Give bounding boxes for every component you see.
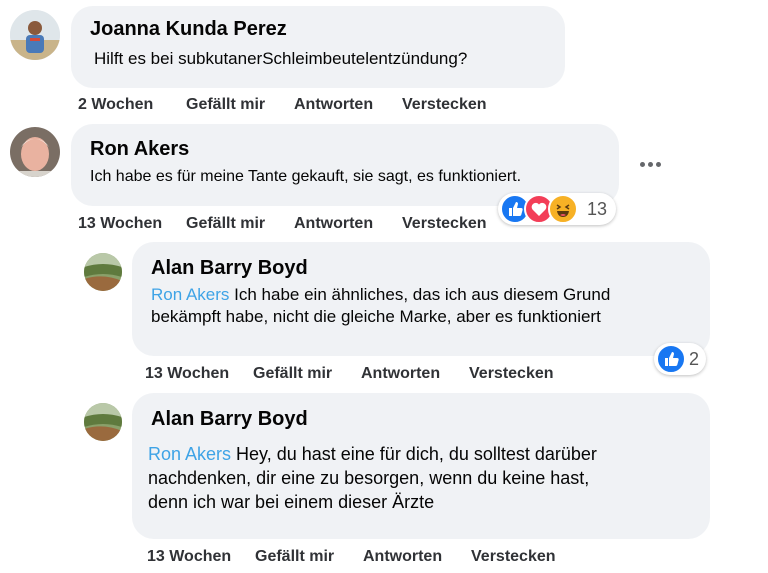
avatar[interactable] bbox=[10, 127, 60, 177]
avatar[interactable] bbox=[10, 10, 60, 60]
reply-button[interactable]: Antworten bbox=[361, 365, 440, 383]
comment-text: Ich habe es für meine Tante gekauft, sie… bbox=[90, 168, 522, 185]
avatar[interactable] bbox=[84, 253, 122, 291]
comment-text: Hilft es bei subkutanerSchleimbeutelentz… bbox=[94, 49, 468, 68]
avatar-photo bbox=[84, 253, 122, 291]
hide-button[interactable]: Verstecken bbox=[469, 365, 554, 383]
like-button[interactable]: Gefällt mir bbox=[186, 96, 265, 114]
avatar[interactable] bbox=[84, 403, 122, 441]
timestamp-link[interactable]: 13 Wochen bbox=[145, 365, 229, 383]
user-mention[interactable]: Ron Akers bbox=[148, 444, 231, 464]
like-button[interactable]: Gefällt mir bbox=[186, 215, 265, 233]
hide-button[interactable]: Verstecken bbox=[402, 215, 487, 233]
reply-button[interactable]: Antworten bbox=[294, 96, 373, 114]
comment-author[interactable]: Joanna Kunda Perez bbox=[90, 18, 287, 41]
more-options-icon[interactable] bbox=[638, 158, 664, 170]
timestamp-link[interactable]: 2 Wochen bbox=[78, 96, 153, 114]
like-button[interactable]: Gefällt mir bbox=[255, 548, 334, 566]
reply-author[interactable]: Alan Barry Boyd bbox=[151, 408, 308, 431]
avatar-photo bbox=[84, 403, 122, 441]
reply-text: Ron Akers Ich habe ein ähnliches, das ic… bbox=[151, 285, 611, 326]
like-icon bbox=[656, 344, 686, 374]
reply-button[interactable]: Antworten bbox=[294, 215, 373, 233]
reply-text: Ron Akers Hey, du hast eine für dich, du… bbox=[148, 444, 597, 512]
user-mention[interactable]: Ron Akers bbox=[151, 285, 229, 304]
timestamp-link[interactable]: 13 Wochen bbox=[78, 215, 162, 233]
timestamp-link[interactable]: 13 Wochen bbox=[147, 548, 231, 566]
haha-icon bbox=[548, 194, 578, 224]
reaction-summary[interactable]: 2 bbox=[654, 343, 706, 375]
like-button[interactable]: Gefällt mir bbox=[253, 365, 332, 383]
hide-button[interactable]: Verstecken bbox=[471, 548, 556, 566]
avatar-photo bbox=[10, 127, 60, 177]
reply-author[interactable]: Alan Barry Boyd bbox=[151, 257, 308, 280]
reply-button[interactable]: Antworten bbox=[363, 548, 442, 566]
reaction-summary[interactable]: 13 bbox=[498, 193, 616, 225]
comment-author[interactable]: Ron Akers bbox=[90, 138, 189, 161]
hide-button[interactable]: Verstecken bbox=[402, 96, 487, 114]
reaction-count: 13 bbox=[587, 199, 608, 219]
reaction-count: 2 bbox=[689, 349, 700, 369]
avatar-photo bbox=[10, 10, 60, 60]
